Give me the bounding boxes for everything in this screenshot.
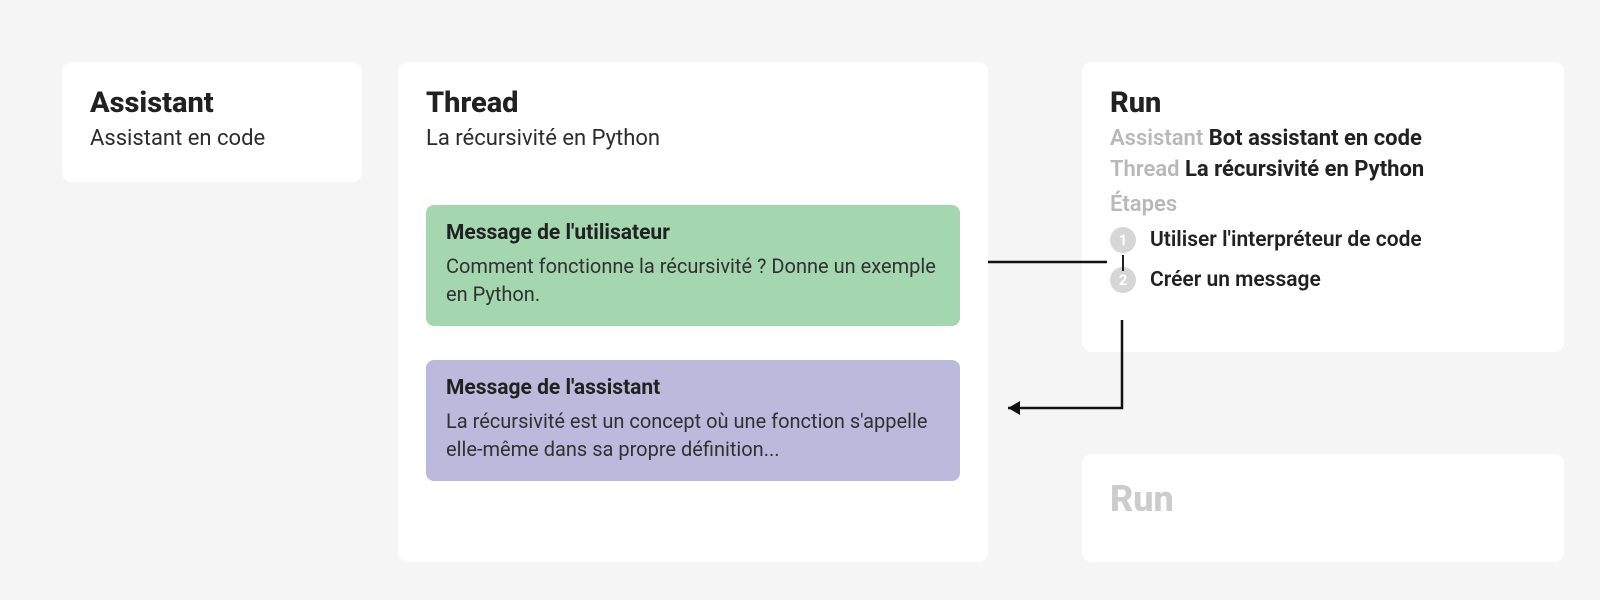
run-card-secondary: Run <box>1082 454 1564 562</box>
run-card-title: Run <box>1110 86 1536 120</box>
thread-card-title: Thread <box>426 86 960 120</box>
assistant-message-box: Message de l'assistant La récursivité es… <box>426 360 960 481</box>
step-text-2: Créer un message <box>1150 268 1321 292</box>
run-step-2: 2 Créer un message <box>1110 267 1536 293</box>
assistant-card-subtitle: Assistant en code <box>90 126 334 151</box>
assistant-card-title: Assistant <box>90 86 334 120</box>
run-thread-value: La récursivité en Python <box>1185 157 1424 182</box>
thread-card-subtitle: La récursivité en Python <box>426 126 960 151</box>
step-badge-1: 1 <box>1110 227 1136 253</box>
assistant-message-title: Message de l'assistant <box>446 376 940 400</box>
thread-card: Thread La récursivité en Python Message … <box>398 62 988 562</box>
run-step-1: 1 Utiliser l'interpréteur de code <box>1110 227 1536 253</box>
run-steps-label: Étapes <box>1110 192 1536 217</box>
run-thread-label: Thread <box>1110 157 1180 182</box>
assistant-card: Assistant Assistant en code <box>62 62 362 182</box>
run-assistant-value: Bot assistant en code <box>1209 126 1422 151</box>
run-thread-row: Thread La récursivité en Python <box>1110 157 1536 182</box>
run-card-secondary-title: Run <box>1110 478 1536 520</box>
run-assistant-label: Assistant <box>1110 126 1203 151</box>
step-text-1: Utiliser l'interpréteur de code <box>1150 228 1422 252</box>
step-connector <box>1122 255 1124 271</box>
run-assistant-row: Assistant Bot assistant en code <box>1110 126 1536 151</box>
assistant-message-body: La récursivité est un concept où une fon… <box>446 408 940 463</box>
user-message-box: Message de l'utilisateur Comment fonctio… <box>426 205 960 326</box>
run-card: Run Assistant Bot assistant en code Thre… <box>1082 62 1564 352</box>
user-message-body: Comment fonctionne la récursivité ? Donn… <box>446 253 940 308</box>
user-message-title: Message de l'utilisateur <box>446 221 940 245</box>
